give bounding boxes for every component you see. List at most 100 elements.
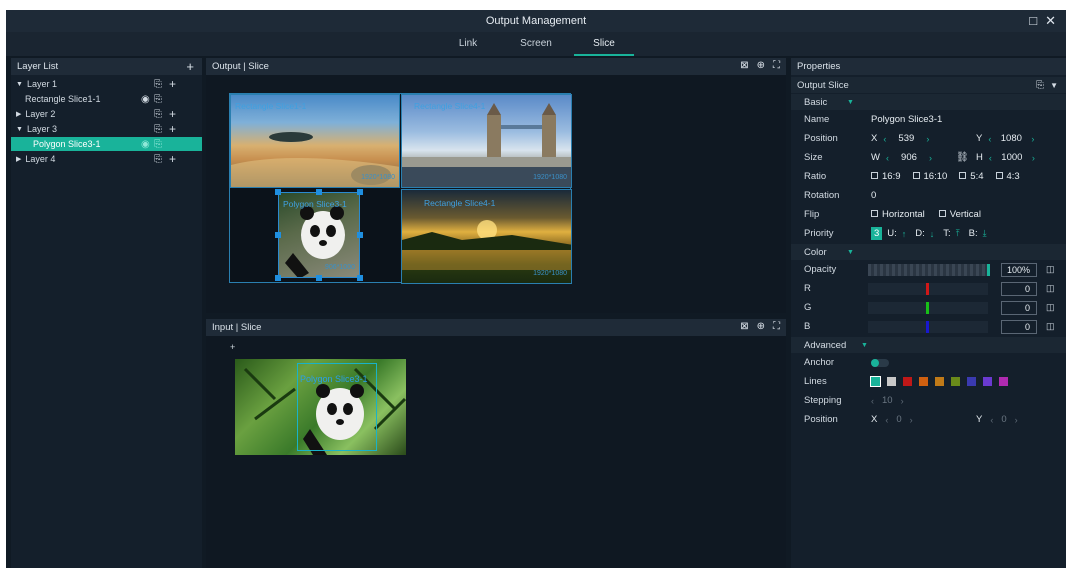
b-input[interactable]: 0 [1001, 319, 1037, 334]
line-color-swatch[interactable] [983, 377, 992, 386]
flip-horizontal-checkbox[interactable]: Horizontal [871, 209, 925, 220]
expand-caret-icon[interactable]: ▼ [16, 81, 23, 88]
fit-icon[interactable]: ⊠ [740, 60, 748, 71]
opacity-input[interactable]: 100% [1001, 262, 1037, 277]
eye-icon[interactable]: ◉ [141, 139, 150, 150]
add-slice-icon[interactable]: + [169, 152, 176, 166]
priority-value[interactable]: 3 [871, 227, 883, 240]
resize-handle[interactable] [316, 189, 322, 195]
close-icon[interactable]: ✕ [1045, 13, 1056, 29]
increment-icon[interactable]: › [1032, 153, 1035, 163]
down-arrow-icon[interactable]: ↓ [930, 229, 935, 239]
w-input[interactable]: 906 [895, 152, 923, 163]
decrement-icon[interactable]: ‹ [988, 134, 991, 144]
expand-caret-icon[interactable]: ▼ [847, 249, 854, 256]
increment-icon[interactable]: › [1031, 134, 1034, 144]
resize-handle[interactable] [357, 232, 363, 238]
increment-icon[interactable]: › [926, 134, 929, 144]
reset-icon[interactable]: ◫ [1046, 264, 1055, 275]
center-icon[interactable]: ⊕ [757, 321, 765, 332]
line-color-swatch[interactable] [951, 377, 960, 386]
resize-handle[interactable] [357, 275, 363, 281]
add-slice-icon[interactable]: + [169, 122, 176, 136]
reset-icon[interactable]: ◫ [1046, 302, 1055, 313]
line-color-swatch[interactable] [870, 376, 881, 387]
resize-handle[interactable] [316, 275, 322, 281]
lock-icon[interactable]: ⎘ [154, 109, 162, 120]
ratio-16-10-checkbox[interactable]: 16:10 [912, 171, 947, 182]
increment-icon[interactable]: › [929, 153, 932, 163]
b-slider-thumb[interactable] [926, 320, 929, 333]
r-input[interactable]: 0 [1001, 281, 1037, 296]
layer-row-1[interactable]: ▼ Layer 1 ⎘ + [11, 77, 202, 91]
up-arrow-icon[interactable]: ↑ [902, 229, 907, 239]
increment-icon[interactable]: › [910, 415, 913, 425]
resize-handle[interactable] [357, 189, 363, 195]
decrement-icon[interactable]: ‹ [885, 415, 888, 425]
increment-icon[interactable]: › [1015, 415, 1018, 425]
slice-beach[interactable]: Rectangle Slice1-1 1920*1080 [230, 94, 400, 188]
advanced-section-header[interactable]: Advanced ▼ [791, 337, 1066, 353]
slice-row-polygon-3-1[interactable]: Polygon Slice3-1 ◉ ⎘ [11, 137, 202, 151]
expand-caret-icon[interactable]: ▼ [861, 342, 868, 349]
lock-icon[interactable]: ⎘ [154, 139, 162, 150]
collapse-caret-icon[interactable]: ▶ [16, 110, 21, 118]
name-field[interactable]: Polygon Slice3-1 [871, 114, 942, 125]
output-canvas[interactable]: Rectangle Slice1-1 1920*1080 Rectangle S… [229, 93, 572, 284]
h-input[interactable]: 1000 [998, 152, 1026, 163]
input-slice-region[interactable]: Polygon Slice3-1 [297, 363, 377, 451]
line-color-swatch[interactable] [999, 377, 1008, 386]
rotation-input[interactable]: 0 [871, 190, 876, 201]
decrement-icon[interactable]: ‹ [883, 134, 886, 144]
adv-y-input[interactable]: 0 [1001, 414, 1006, 425]
anchor-toggle[interactable] [871, 358, 889, 367]
fullscreen-icon[interactable]: ⛶ [773, 321, 780, 332]
opacity-slider[interactable] [868, 263, 988, 276]
ratio-5-4-checkbox[interactable]: 5:4 [959, 171, 984, 182]
add-layer-icon[interactable]: + [186, 59, 194, 74]
line-color-swatch[interactable] [903, 377, 912, 386]
maximize-icon[interactable]: □ [1029, 13, 1037, 29]
expand-caret-icon[interactable]: ▼ [16, 126, 23, 133]
output-slice-header[interactable]: Output Slice ⎘ ▼ [791, 77, 1066, 93]
opacity-slider-thumb[interactable] [987, 263, 990, 276]
fullscreen-icon[interactable]: ⛶ [773, 60, 780, 71]
collapse-caret-icon[interactable]: ▶ [16, 155, 21, 163]
x-input[interactable]: 539 [892, 133, 920, 144]
ratio-16-9-checkbox[interactable]: 16:9 [871, 171, 901, 182]
polygon-slice-output[interactable]: Polygon Slice3-1 906*1000 [278, 192, 360, 278]
decrement-icon[interactable]: ‹ [871, 396, 874, 406]
reset-icon[interactable]: ◫ [1046, 283, 1055, 294]
layer-row-3[interactable]: ▼ Layer 3 ⎘ + [11, 122, 202, 136]
line-color-swatch[interactable] [935, 377, 944, 386]
tab-slice[interactable]: Slice [574, 32, 634, 56]
center-icon[interactable]: ⊕ [757, 60, 765, 71]
g-slider-thumb[interactable] [926, 301, 929, 314]
slice-sunset[interactable]: Rectangle Slice4-1 1920*1080 [401, 189, 572, 284]
resize-handle[interactable] [275, 232, 281, 238]
reset-icon[interactable]: ◫ [1046, 321, 1055, 332]
y-input[interactable]: 1080 [997, 133, 1025, 144]
resize-handle[interactable] [275, 275, 281, 281]
tab-screen[interactable]: Screen [506, 32, 566, 56]
lock-icon[interactable]: ⎘ [1036, 80, 1044, 91]
link-icon[interactable]: ⛓ [956, 152, 969, 163]
to-bottom-icon[interactable]: ⤓ [983, 228, 987, 239]
fit-icon[interactable]: ⊠ [740, 321, 748, 332]
adv-x-input[interactable]: 0 [896, 414, 901, 425]
lock-icon[interactable]: ⎘ [154, 124, 162, 135]
resize-handle[interactable] [275, 189, 281, 195]
collapse-caret-icon[interactable]: ▼ [1050, 81, 1058, 90]
ratio-4-3-checkbox[interactable]: 4:3 [995, 171, 1020, 182]
lock-icon[interactable]: ⎘ [154, 154, 162, 165]
slice-row-rectangle-1-1[interactable]: Rectangle Slice1-1 ◉ ⎘ [11, 92, 202, 106]
decrement-icon[interactable]: ‹ [990, 415, 993, 425]
increment-icon[interactable]: › [901, 396, 904, 406]
line-color-swatch[interactable] [887, 377, 896, 386]
lock-icon[interactable]: ⎘ [154, 79, 162, 90]
basic-section-header[interactable]: Basic ▼ [791, 94, 1066, 110]
g-input[interactable]: 0 [1001, 300, 1037, 315]
layer-row-4[interactable]: ▶ Layer 4 ⎘ + [11, 152, 202, 166]
tab-link[interactable]: Link [438, 32, 498, 56]
r-slider-thumb[interactable] [926, 282, 929, 295]
